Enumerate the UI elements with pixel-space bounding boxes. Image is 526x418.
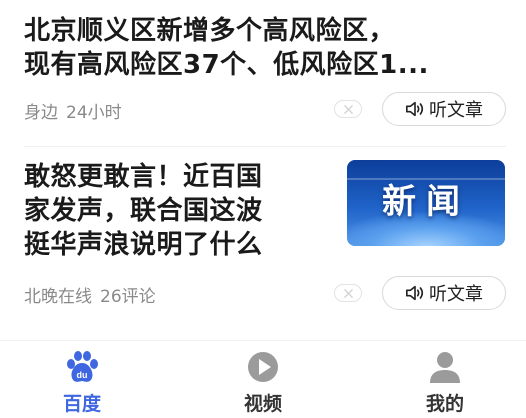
play-icon [244, 349, 282, 385]
news-time: 24小时 [66, 103, 122, 123]
speaker-icon [406, 285, 424, 301]
dismiss-button[interactable] [334, 100, 362, 118]
listen-label: 听文章 [429, 100, 483, 121]
dismiss-button[interactable] [334, 284, 362, 302]
listen-article-button[interactable]: 听文章 [382, 92, 506, 126]
news-card-2[interactable]: 敢怒更敢言！近百国 家发声，联合国这波 挺华声浪说明了什么 [24, 160, 324, 262]
tab-label: 百度 [62, 393, 101, 415]
news-title-line: 北京顺义区新增多个高风险区， [24, 16, 396, 46]
news-meta: 身边 24小时 [24, 98, 130, 123]
news-source: 身边 [24, 103, 58, 123]
news-comments: 26评论 [100, 287, 156, 307]
tab-label: 视频 [243, 393, 282, 415]
tab-video[interactable]: 视频 [213, 349, 313, 415]
bottom-tab-bar: du 百度 视频 我的 [0, 340, 526, 418]
news-title-line: 家发声，联合国这波 [24, 196, 263, 226]
tab-label: 我的 [425, 393, 464, 415]
close-icon [343, 288, 353, 298]
news-feed: 北京顺义区新增多个高风险区， 现有高风险区37个、低风险区1... 身边 24小时… [0, 0, 526, 340]
svg-text:du: du [77, 370, 88, 380]
news-meta-row: 身边 24小时 听文章 [24, 92, 506, 126]
listen-article-button[interactable]: 听文章 [382, 276, 506, 310]
news-meta: 北晚在线 26评论 [24, 282, 164, 307]
baidu-paw-icon: du [63, 349, 101, 385]
news-title-line: 敢怒更敢言！近百国 [24, 162, 263, 192]
tab-baidu[interactable]: du 百度 [32, 349, 132, 415]
speaker-icon [406, 101, 424, 117]
news-source: 北晚在线 [24, 287, 92, 307]
news-title[interactable]: 北京顺义区新增多个高风险区， 现有高风险区37个、低风险区1... [24, 14, 510, 82]
thumbnail-text: 新闻 [382, 182, 470, 222]
listen-label: 听文章 [429, 284, 483, 305]
news-thumbnail[interactable]: 新闻 [347, 160, 505, 246]
tab-mine[interactable]: 我的 [395, 349, 495, 415]
news-title-line: 挺华声浪说明了什么 [24, 230, 263, 260]
user-icon [426, 349, 464, 385]
news-meta-row: 北晚在线 26评论 听文章 [24, 276, 506, 310]
divider [24, 146, 506, 147]
close-icon [343, 104, 353, 114]
news-card-1[interactable]: 北京顺义区新增多个高风险区， 现有高风险区37个、低风险区1... [24, 14, 510, 82]
news-title-line: 现有高风险区37个、低风险区1... [24, 50, 429, 80]
news-title[interactable]: 敢怒更敢言！近百国 家发声，联合国这波 挺华声浪说明了什么 [24, 160, 324, 262]
